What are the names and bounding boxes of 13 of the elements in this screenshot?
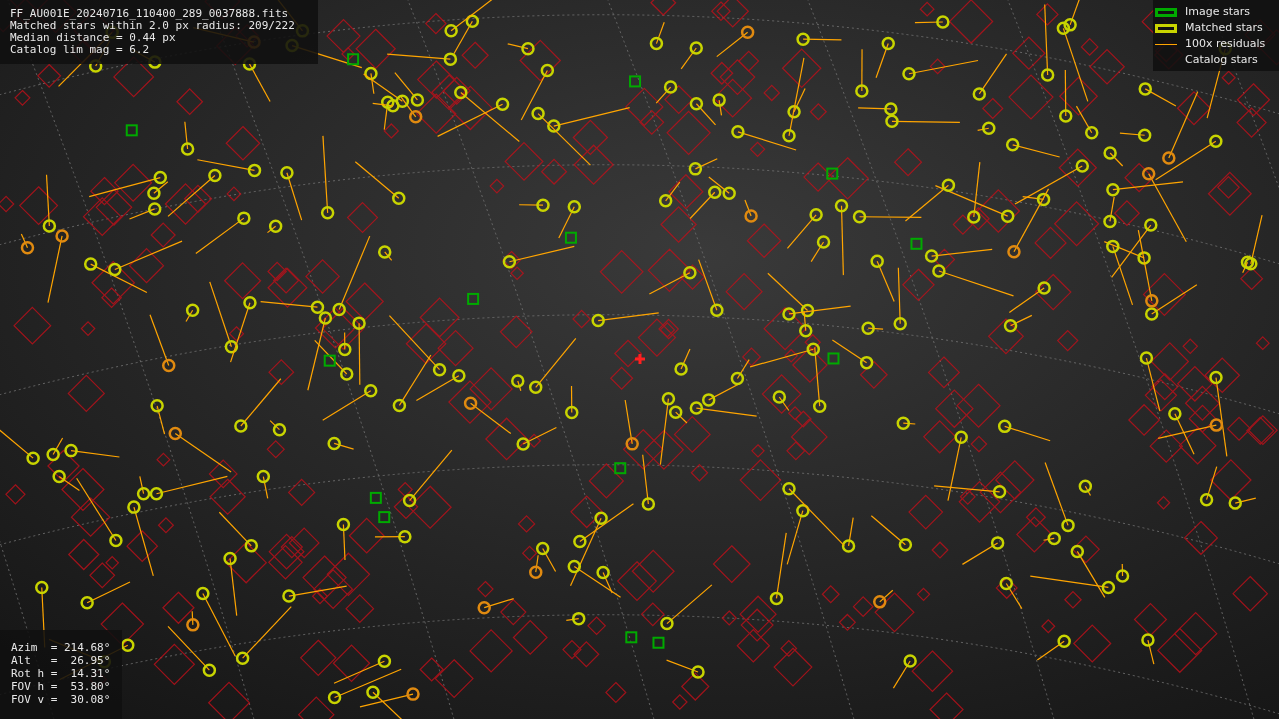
pointing-text: FOV v = 30.08° xyxy=(11,693,111,706)
info-text: FF_AU001E_20240716_110400_289_0037888.fits xyxy=(10,8,290,20)
pointing-text: Alt = 26.95° xyxy=(11,654,111,667)
legend-label: Matched stars xyxy=(1185,20,1263,37)
info-text: Matched stars within 2.0 px radius: 209/222 xyxy=(10,20,296,32)
pointing-text: Rot h = 14.31° xyxy=(11,667,111,680)
legend-label: Image stars xyxy=(1185,4,1250,21)
pointing-text: Azim = 214.68° xyxy=(11,641,111,654)
pointing-text: FOV h = 53.80° xyxy=(11,680,111,693)
info-text: Catalog lim mag = 6.2 xyxy=(10,44,151,56)
legend-label: Catalog stars xyxy=(1185,52,1258,69)
info-text: Median distance = 0.44 px xyxy=(10,32,177,44)
legend-label: 100x residuals xyxy=(1185,36,1266,53)
